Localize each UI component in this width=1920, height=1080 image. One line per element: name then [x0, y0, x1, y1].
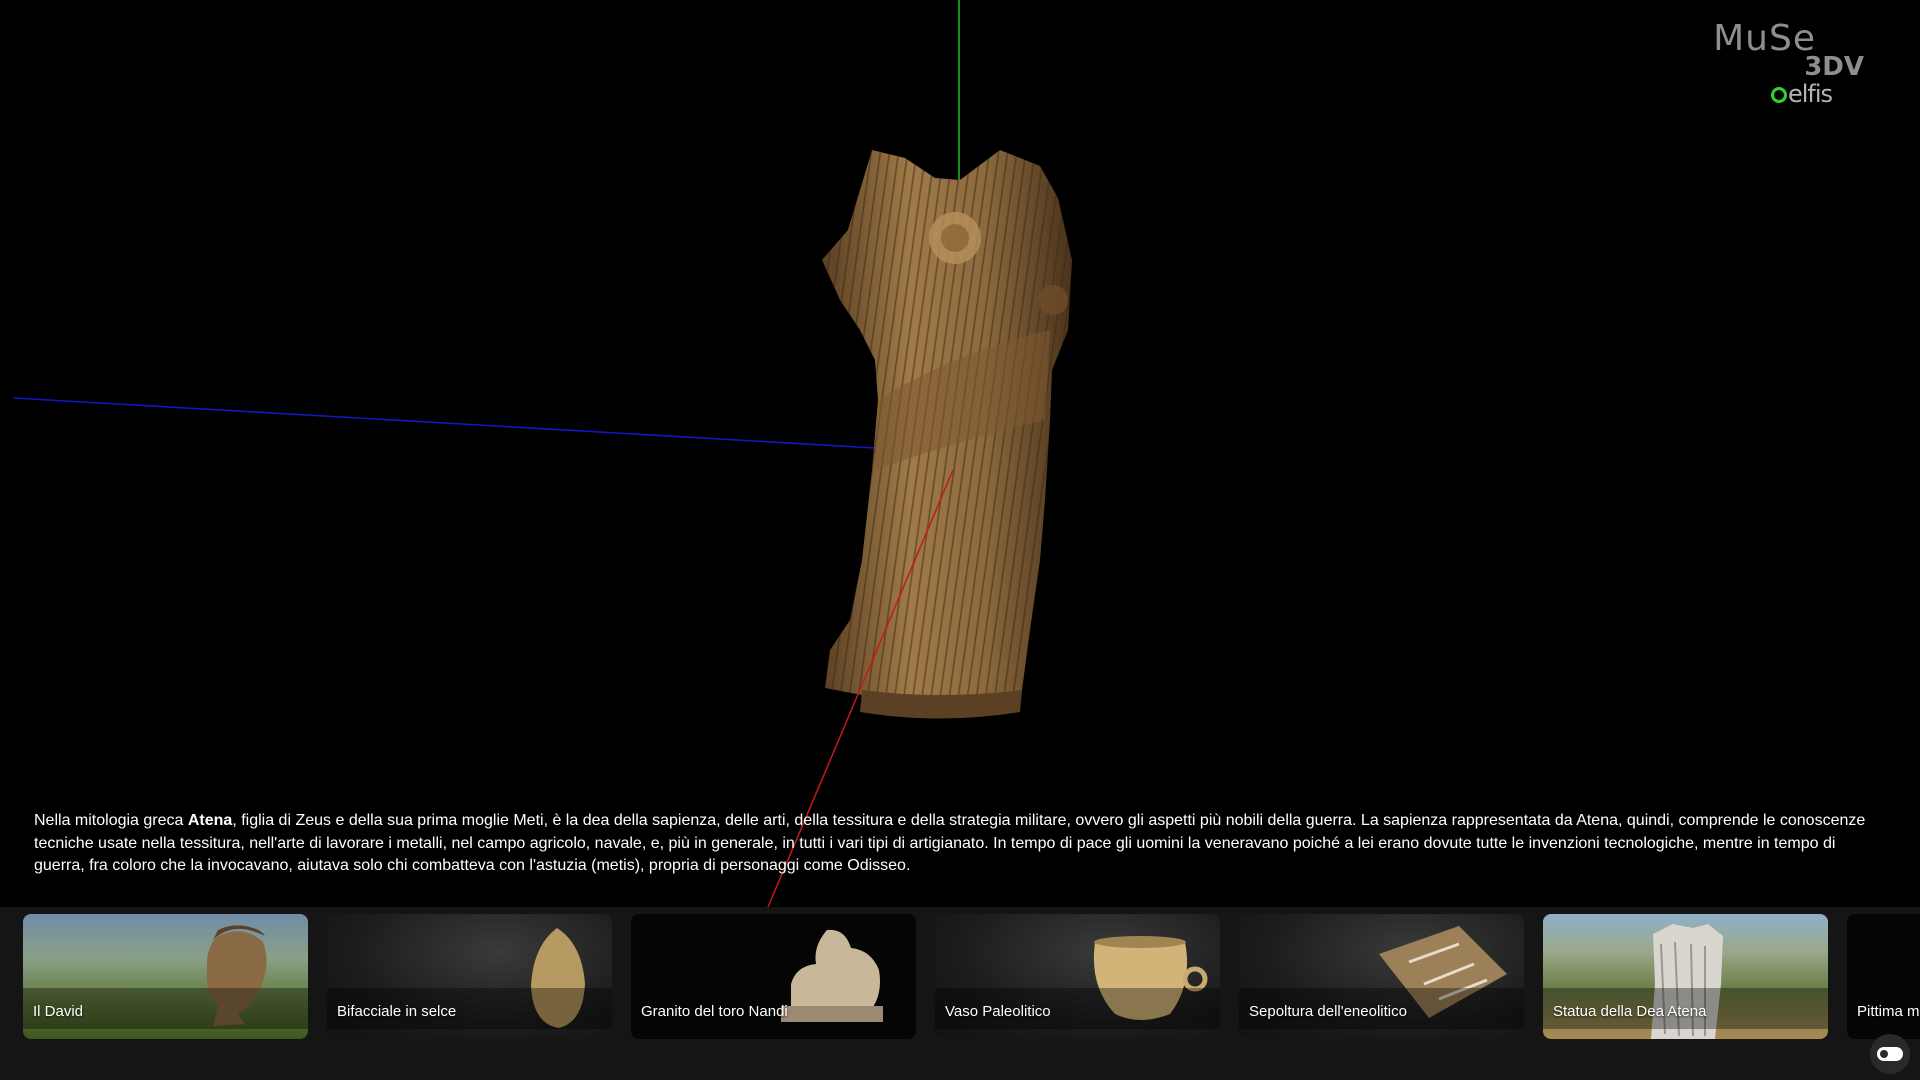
gallery-item-label: Il David: [33, 1003, 84, 1020]
gallery-item-toro-nandi[interactable]: Granito del toro Nandi: [631, 914, 916, 1039]
delfis-text: elfis: [1787, 80, 1833, 108]
z-axis-line: [13, 397, 876, 449]
gallery-item-il-david[interactable]: Il David: [23, 914, 308, 1039]
gallery-item-label: Pittima mi: [1857, 1003, 1920, 1020]
toggle-icon: [1877, 1047, 1903, 1061]
gallery-item-label: Sepoltura dell'eneolitico: [1249, 1003, 1407, 1020]
gallery-item-sepoltura[interactable]: Sepoltura dell'eneolitico: [1239, 914, 1524, 1039]
logo-muse-text: MuSe: [1713, 18, 1816, 59]
gallery-item-label: Granito del toro Nandi: [641, 1003, 788, 1020]
gallery-item-label: Statua della Dea Atena: [1553, 1003, 1707, 1020]
delfis-dot-icon: [1770, 87, 1787, 103]
model-description: Nella mitologia greca Atena, figlia di Z…: [34, 810, 1890, 878]
description-highlight: Atena: [187, 812, 233, 829]
toggle-switch-button[interactable]: [1870, 1034, 1910, 1074]
gallery-item-pittima[interactable]: Pittima mi: [1847, 914, 1920, 1039]
thumbnail-image: [1847, 914, 1920, 1039]
logo-3dv-text: 3DV: [1804, 52, 1864, 82]
gallery-item-label: Bifacciale in selce: [337, 1003, 457, 1020]
description-intro: Nella mitologia greca: [34, 812, 188, 829]
gallery-item-vaso-paleolitico[interactable]: Vaso Paleolitico: [935, 914, 1220, 1039]
delfis-logo: elfis: [1770, 80, 1833, 108]
gallery-item-dea-atena[interactable]: Statua della Dea Atena: [1543, 914, 1828, 1039]
gallery-item-bifacciale[interactable]: Bifacciale in selce: [327, 914, 612, 1039]
model-gallery[interactable]: Il David Bifacciale in selce Granito del…: [0, 907, 1920, 1080]
muse-3dv-logo: MuSe 3DV elfis: [1704, 18, 1864, 113]
statue-model[interactable]: [822, 150, 1072, 719]
description-body: , figlia di Zeus e della sua prima mogli…: [34, 812, 1866, 874]
gallery-item-label: Vaso Paleolitico: [945, 1003, 1051, 1020]
